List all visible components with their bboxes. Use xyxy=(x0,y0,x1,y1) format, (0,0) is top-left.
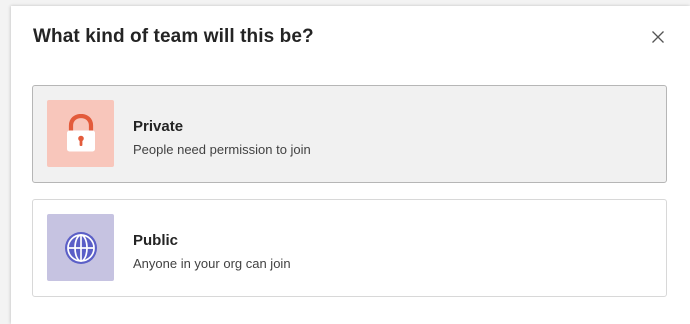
lock-icon xyxy=(66,113,95,151)
private-tile xyxy=(47,100,114,167)
public-tile xyxy=(47,214,114,281)
private-team-option[interactable]: Private People need permission to join xyxy=(32,85,667,183)
option-name-private: Private xyxy=(133,118,184,135)
option-description-private: People need permission to join xyxy=(133,142,311,157)
globe-icon xyxy=(64,231,97,264)
option-name-public: Public xyxy=(133,232,179,249)
team-type-dialog: What kind of team will this be? Private … xyxy=(11,6,690,324)
public-team-option[interactable]: Public Anyone in your org can join xyxy=(32,199,667,297)
option-description-public: Anyone in your org can join xyxy=(133,256,291,271)
close-button[interactable] xyxy=(645,24,671,50)
close-icon xyxy=(652,31,664,43)
dialog-title: What kind of team will this be? xyxy=(33,26,314,47)
